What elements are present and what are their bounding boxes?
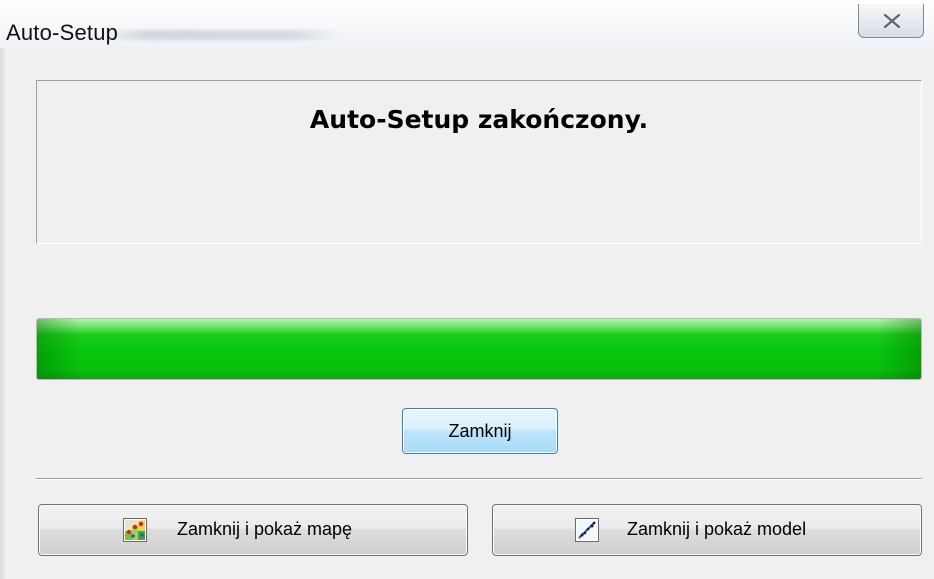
- title-bar-reflection: [100, 30, 340, 40]
- close-and-show-model-button[interactable]: Zamknij i pokaż model: [492, 504, 922, 556]
- progress-bar-fill: [37, 319, 921, 379]
- close-and-show-map-label: Zamknij i pokaż mapę: [177, 519, 353, 539]
- close-and-show-map-button[interactable]: Zamknij i pokaż mapę: [38, 504, 468, 556]
- separator-line: [36, 478, 922, 480]
- auto-setup-window: Auto-Setup Auto-Setup zakończony. Zamkni…: [0, 0, 934, 579]
- title-bar: Auto-Setup: [0, 0, 934, 48]
- completion-message: Auto-Setup zakończony.: [309, 105, 649, 134]
- window-title: Auto-Setup: [6, 20, 119, 45]
- progress-bar: [36, 318, 922, 380]
- window-left-edge: [0, 48, 6, 579]
- close-and-show-model-label: Zamknij i pokaż model: [627, 519, 807, 539]
- model-icon: [575, 518, 599, 542]
- close-icon: [883, 14, 901, 28]
- message-panel: Auto-Setup zakończony.: [36, 80, 922, 244]
- window-close-button[interactable]: [858, 4, 924, 38]
- close-button[interactable]: Zamknij: [402, 408, 558, 454]
- map-icon: [123, 518, 147, 542]
